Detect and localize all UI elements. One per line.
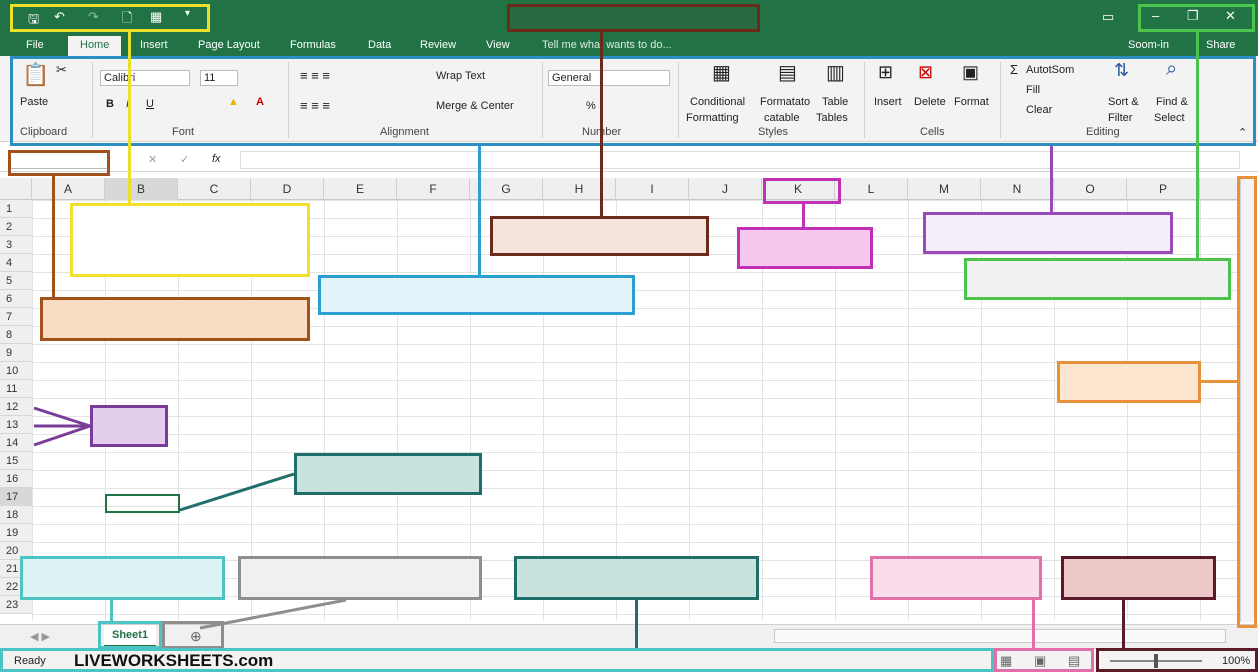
connector-add-sheet bbox=[199, 598, 347, 630]
connector-rows-c bbox=[33, 424, 91, 447]
connector-rows-a bbox=[33, 406, 91, 428]
connector-active-cell bbox=[179, 472, 295, 512]
connector-diagonals bbox=[33, 406, 347, 630]
